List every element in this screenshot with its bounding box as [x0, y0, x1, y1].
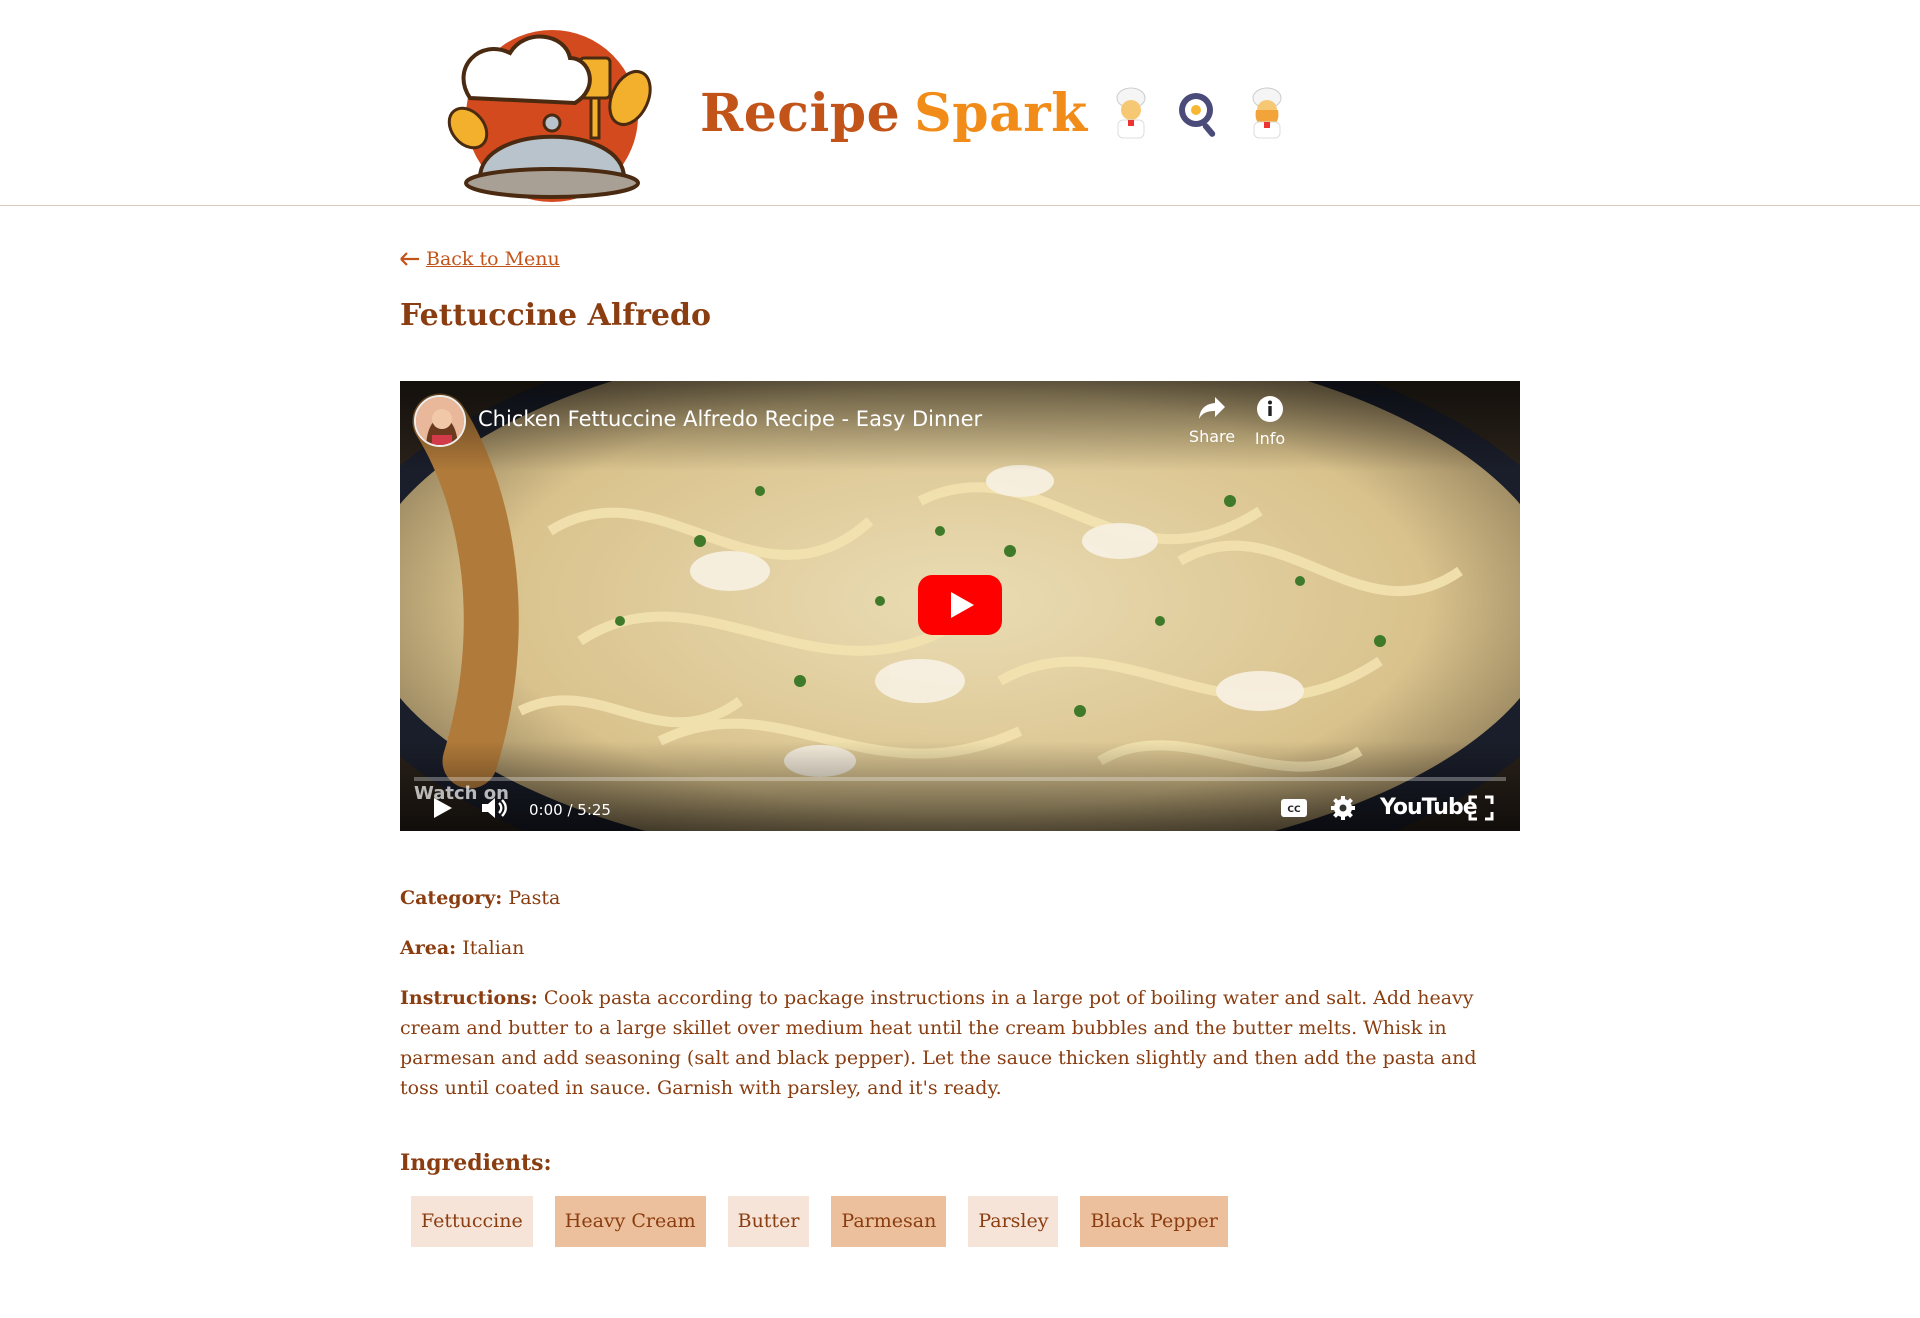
category-label: Category:	[400, 887, 503, 909]
ingredient-chip[interactable]: Parmesan	[831, 1196, 947, 1247]
male-cook-icon	[1116, 87, 1146, 139]
video-time: 0:00 / 5:25	[529, 801, 611, 819]
info-label: Info	[1254, 429, 1286, 448]
play-icon[interactable]	[918, 575, 1002, 635]
area-value: Italian	[462, 937, 525, 959]
ingredients-list: Fettuccine Heavy Cream Butter Parmesan P…	[411, 1196, 1228, 1247]
ingredient-chip[interactable]: Fettuccine	[411, 1196, 533, 1247]
category-value: Pasta	[508, 887, 561, 909]
youtube-logo-link[interactable]: YouTube	[1380, 795, 1478, 820]
ingredient-chip[interactable]: Parsley	[968, 1196, 1059, 1247]
brand-word-recipe: Recipe	[700, 82, 901, 144]
instructions-text: Cook pasta according to package instruct…	[400, 987, 1477, 1099]
site-header: Recipe Spark	[0, 0, 1920, 206]
play-control-icon[interactable]	[430, 795, 454, 821]
video-player[interactable]: Chicken Fettuccine Alfredo Recipe - Easy…	[400, 381, 1520, 831]
instructions-block: Instructions: Cook pasta according to pa…	[400, 983, 1520, 1103]
volume-icon[interactable]	[480, 795, 512, 821]
settings-icon[interactable]	[1330, 795, 1356, 821]
back-to-menu-link[interactable]: Back to Menu	[400, 248, 560, 270]
female-cook-icon	[1252, 87, 1282, 139]
share-label: Share	[1188, 427, 1236, 446]
ingredient-chip[interactable]: Butter	[727, 1196, 810, 1247]
svg-text:CC: CC	[1287, 805, 1301, 815]
info-icon	[1257, 396, 1283, 422]
info-button[interactable]: Info	[1240, 395, 1300, 448]
ingredients-heading: Ingredients:	[400, 1150, 552, 1176]
category-line: Category: Pasta	[400, 883, 1520, 913]
brand-word-spark: Spark	[914, 82, 1088, 144]
video-title[interactable]: Chicken Fettuccine Alfredo Recipe - Easy…	[478, 407, 982, 431]
back-to-menu-label: Back to Menu	[426, 248, 560, 270]
ingredient-chip[interactable]: Heavy Cream	[554, 1196, 706, 1247]
frying-pan-icon	[1178, 93, 1215, 137]
instructions-label: Instructions:	[400, 987, 538, 1009]
recipe-title: Fettuccine Alfredo	[400, 298, 712, 333]
chef-logo-icon[interactable]	[440, 28, 664, 204]
share-button[interactable]: Share	[1182, 395, 1242, 446]
area-label: Area:	[400, 937, 457, 959]
arrow-left-icon	[400, 252, 419, 266]
brand-title[interactable]: Recipe Spark	[700, 78, 1292, 148]
area-line: Area: Italian	[400, 933, 1520, 963]
captions-icon[interactable]: CC	[1280, 795, 1308, 821]
ingredient-chip[interactable]: Black Pepper	[1080, 1196, 1228, 1247]
fullscreen-icon[interactable]	[1468, 795, 1494, 821]
channel-avatar[interactable]	[414, 395, 466, 447]
video-progress-bar[interactable]	[414, 777, 1506, 781]
share-icon	[1199, 397, 1225, 419]
